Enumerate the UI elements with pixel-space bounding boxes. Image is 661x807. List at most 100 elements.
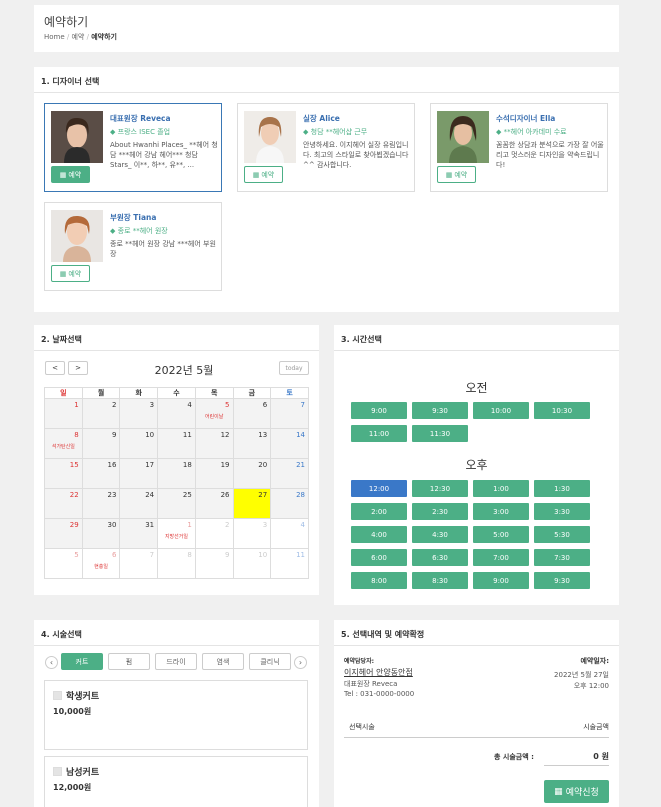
today-button[interactable]: today bbox=[279, 361, 309, 375]
time-slot-button[interactable]: 10:30 bbox=[534, 402, 590, 419]
weekday-header: 목 bbox=[194, 387, 234, 399]
time-slot-button[interactable]: 9:30 bbox=[534, 572, 590, 589]
time-slot-button[interactable]: 12:00 bbox=[351, 480, 407, 497]
submit-reservation-button[interactable]: ▦ 예약신청 bbox=[544, 780, 609, 803]
breadcrumb-reserve[interactable]: 예약 bbox=[71, 33, 84, 41]
time-slot-button[interactable]: 4:00 bbox=[351, 526, 407, 543]
next-month-button[interactable]: > bbox=[68, 361, 88, 375]
time-slot-button[interactable]: 11:30 bbox=[412, 425, 468, 442]
calendar-day[interactable]: 29 bbox=[44, 518, 83, 549]
weekday-header: 화 bbox=[119, 387, 159, 399]
time-slot-button[interactable]: 2:30 bbox=[412, 503, 468, 520]
calendar-day: 3 bbox=[232, 518, 272, 549]
time-slot-button[interactable]: 9:30 bbox=[412, 402, 468, 419]
calendar-day[interactable]: 25 bbox=[157, 488, 196, 519]
service-tab[interactable]: 클리닉 bbox=[249, 653, 291, 670]
calendar-day[interactable]: 12 bbox=[194, 428, 234, 459]
breadcrumb-home[interactable]: Home bbox=[44, 33, 65, 41]
book-button[interactable]: ▦ 예약 bbox=[437, 166, 476, 183]
time-slot-button[interactable]: 11:00 bbox=[351, 425, 407, 442]
total-label: 총 시술금액 : bbox=[494, 753, 534, 761]
calendar-day[interactable]: 19 bbox=[194, 458, 234, 489]
calendar-day[interactable]: 15 bbox=[44, 458, 83, 489]
calendar-day[interactable]: 30 bbox=[81, 518, 121, 549]
calendar-day[interactable]: 28 bbox=[270, 488, 309, 519]
cube-icon: ◆ bbox=[303, 128, 309, 136]
calendar-day[interactable]: 18 bbox=[157, 458, 196, 489]
service-checkbox[interactable] bbox=[53, 691, 62, 700]
calendar-day[interactable]: 24 bbox=[119, 488, 159, 519]
service-tab[interactable]: 펌 bbox=[108, 653, 150, 670]
service-tab[interactable]: 커트 bbox=[61, 653, 103, 670]
tab-prev-button[interactable]: ‹ bbox=[45, 656, 58, 669]
time-slot-button[interactable]: 5:30 bbox=[534, 526, 590, 543]
book-button[interactable]: ▦ 예약 bbox=[244, 166, 283, 183]
calendar-day[interactable]: 4 bbox=[157, 398, 196, 429]
designer-name: 실장 Alice bbox=[303, 114, 340, 123]
service-checkbox[interactable] bbox=[53, 767, 62, 776]
service-tab[interactable]: 염색 bbox=[202, 653, 244, 670]
designer-card-tiana[interactable]: 부원장 Tiana ◆ 종로 **헤어 원장 종로 **헤어 원장 강남 ***… bbox=[44, 202, 222, 291]
calendar-day[interactable]: 1 bbox=[44, 398, 83, 429]
time-section: 3. 시간선택 오전 9:00 9:30 10:00 10:30 11:00 11:30 … bbox=[334, 325, 619, 605]
designer-card-alice[interactable]: 실장 Alice ◆ 청담 **헤어샵 근무 안녕하세요. 이지헤어 실장 유림… bbox=[237, 103, 415, 192]
designer-card-reveca[interactable]: 대표원장 Reveca ◆ 프랑스 ISEC 졸업 About Hwanhi P… bbox=[44, 103, 222, 192]
time-slot-button[interactable]: 10:00 bbox=[473, 402, 529, 419]
calendar-day[interactable]: 7 bbox=[270, 398, 309, 429]
time-slot-button[interactable]: 9:00 bbox=[351, 402, 407, 419]
calendar-day: 4 bbox=[270, 518, 309, 549]
time-slot-button[interactable]: 1:00 bbox=[473, 480, 529, 497]
calendar-day[interactable]: 5 어린이날 bbox=[194, 398, 234, 429]
confirm-section: 5. 선택내역 및 예약확정 예약담당자: 이지헤어 안양동안점 대표원장 Re… bbox=[334, 620, 619, 807]
tab-next-button[interactable]: › bbox=[294, 656, 307, 669]
service-item[interactable]: 남성커트 12,000원 bbox=[44, 756, 308, 807]
time-slot-button[interactable]: 3:00 bbox=[473, 503, 529, 520]
calendar-day[interactable]: 2 bbox=[81, 398, 121, 429]
time-slot-button[interactable]: 8:30 bbox=[412, 572, 468, 589]
time-slot-button[interactable]: 4:30 bbox=[412, 526, 468, 543]
calendar-day[interactable]: 22 bbox=[44, 488, 83, 519]
calendar-day[interactable]: 16 bbox=[81, 458, 121, 489]
time-slot-button[interactable]: 2:00 bbox=[351, 503, 407, 520]
calendar-day[interactable]: 9 bbox=[81, 428, 121, 459]
month-label: 2022년 5월 bbox=[154, 364, 214, 377]
service-tab[interactable]: 드라이 bbox=[155, 653, 197, 670]
time-slot-button[interactable]: 3:30 bbox=[534, 503, 590, 520]
calendar-day[interactable]: 31 bbox=[119, 518, 159, 549]
selected-date: 2022년 5월 27일 bbox=[554, 671, 609, 679]
calendar-day[interactable]: 3 bbox=[119, 398, 159, 429]
calendar-day[interactable]: 23 bbox=[81, 488, 121, 519]
calendar-day[interactable]: 26 bbox=[194, 488, 234, 519]
time-slot-button[interactable]: 1:30 bbox=[534, 480, 590, 497]
designer-desc: 안녕하세요. 이지헤어 실장 유림입니다. 최고의 스타일로 찾아뵙겠습니다 ^… bbox=[303, 141, 409, 169]
book-button[interactable]: ▦ 예약 bbox=[51, 166, 90, 183]
time-slot-button[interactable]: 7:30 bbox=[534, 549, 590, 566]
service-item[interactable]: 학생커트 10,000원 bbox=[44, 680, 308, 750]
designer-card-ella[interactable]: 수석디자이너 Ella ◆ **헤어 아카데미 수료 꼼꼼한 상담과 분석으로 … bbox=[430, 103, 608, 192]
time-slot-button[interactable]: 6:00 bbox=[351, 549, 407, 566]
calendar-day[interactable]: 20 bbox=[232, 458, 272, 489]
calendar-day[interactable]: 21 bbox=[270, 458, 309, 489]
calendar-day[interactable]: 11 bbox=[157, 428, 196, 459]
time-slot-button[interactable]: 8:00 bbox=[351, 572, 407, 589]
prev-month-button[interactable]: < bbox=[45, 361, 65, 375]
time-slot-button[interactable]: 5:00 bbox=[473, 526, 529, 543]
calendar-day[interactable]: 13 bbox=[232, 428, 272, 459]
calendar-day[interactable]: 6 bbox=[232, 398, 272, 429]
weekday-header: 일 bbox=[44, 387, 83, 399]
book-button[interactable]: ▦ 예약 bbox=[51, 265, 90, 282]
calendar-day[interactable]: 14 bbox=[270, 428, 309, 459]
calendar-day[interactable]: 8 석가탄신일 bbox=[44, 428, 83, 459]
time-slot-button[interactable]: 12:30 bbox=[412, 480, 468, 497]
time-slot-button[interactable]: 9:00 bbox=[473, 572, 529, 589]
calendar-day[interactable]: 27 bbox=[232, 488, 272, 519]
service-name: 학생커트 bbox=[66, 692, 100, 702]
time-slot-button[interactable]: 6:30 bbox=[412, 549, 468, 566]
designer-title: ◆ 프랑스 ISEC 졸업 bbox=[110, 128, 171, 136]
calendar-day[interactable]: 10 bbox=[119, 428, 159, 459]
shop-name[interactable]: 이지헤어 안양동안점 bbox=[344, 667, 413, 678]
service-price: 12,000원 bbox=[53, 783, 92, 792]
time-slot-button[interactable]: 7:00 bbox=[473, 549, 529, 566]
page-title: 예약하기 bbox=[44, 15, 89, 29]
calendar-day[interactable]: 17 bbox=[119, 458, 159, 489]
